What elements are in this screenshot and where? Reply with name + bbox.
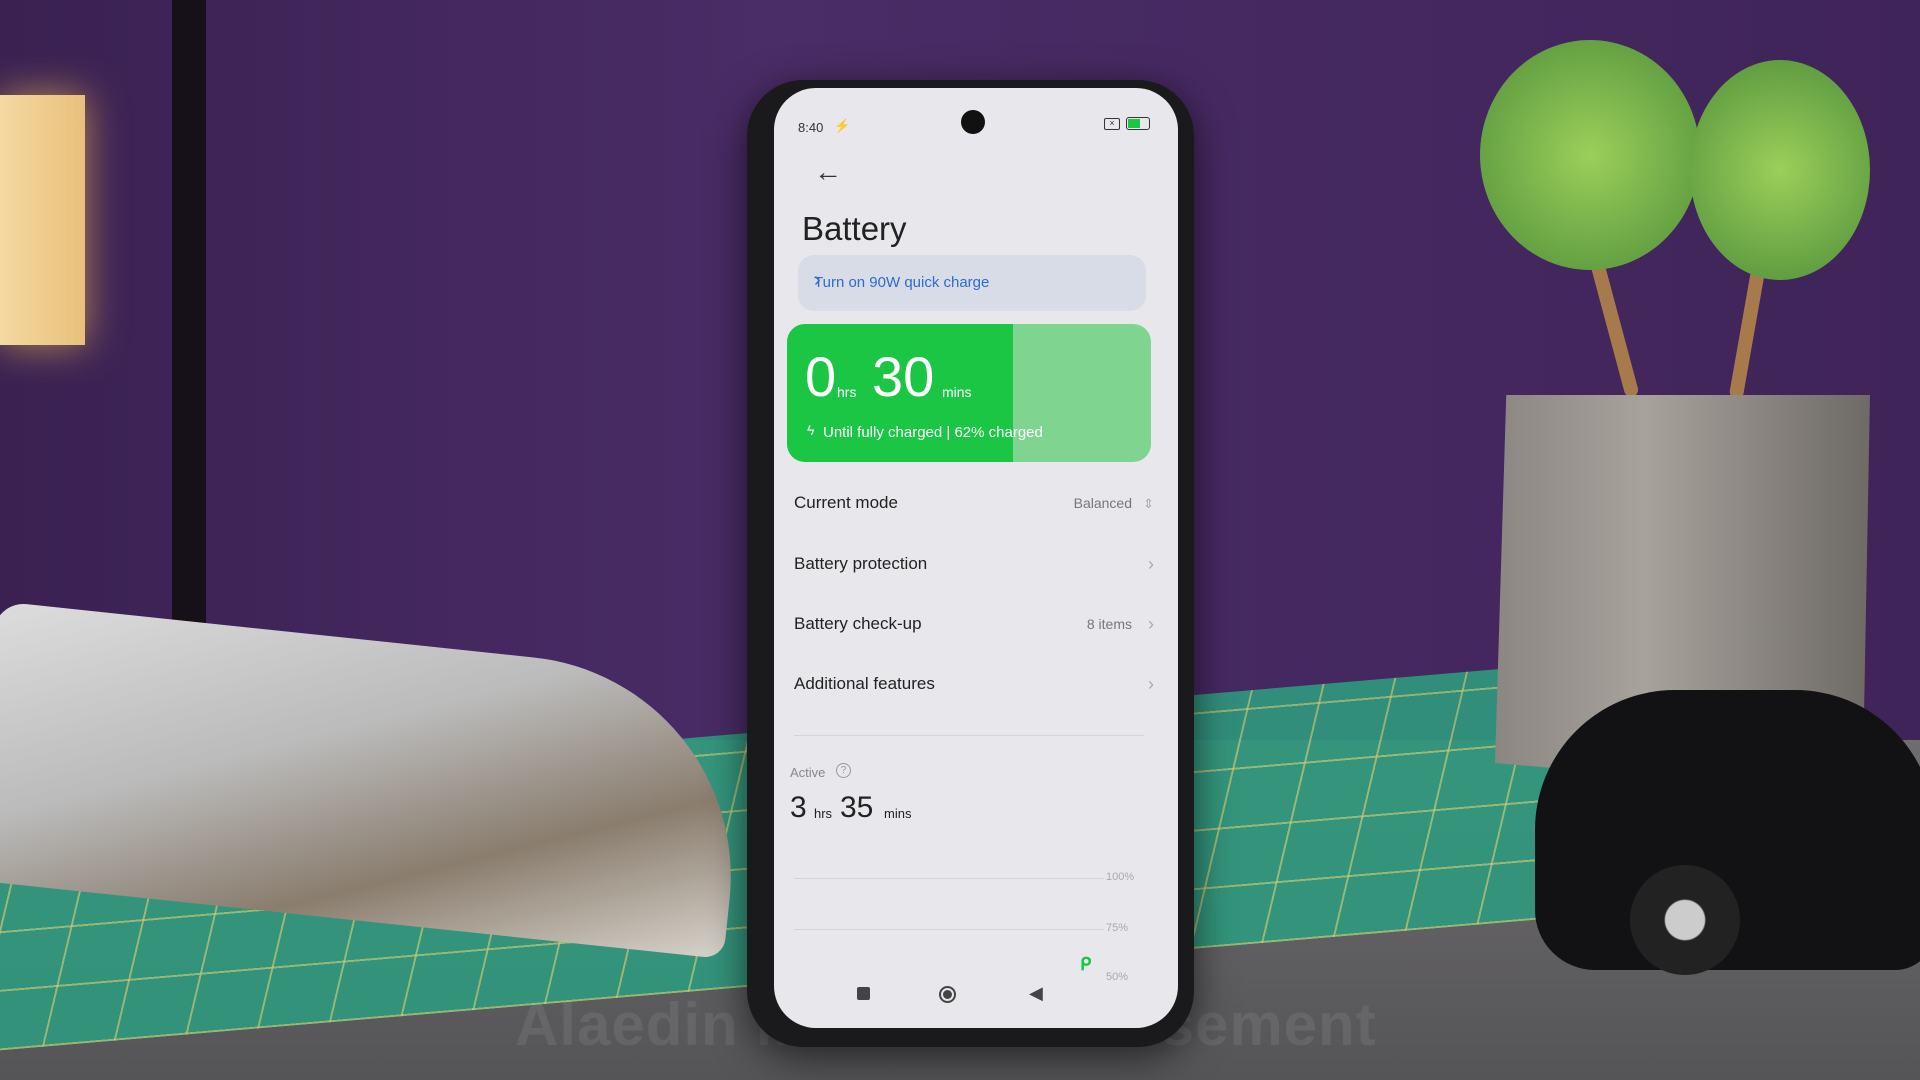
lamp-pole [172, 0, 206, 660]
chevron-right-icon: › [1148, 674, 1154, 694]
active-minutes-unit: mins [884, 806, 912, 821]
row-value: Balanced [1073, 495, 1132, 511]
minutes-unit: mins [942, 384, 972, 400]
row-label: Additional features [794, 674, 935, 693]
succulent [1480, 40, 1700, 270]
recent-apps-button[interactable] [857, 987, 870, 1000]
charge-status-card: 0 hrs 30 mins ϟ Until fully charged | 62… [787, 324, 1151, 462]
row-label: Current mode [794, 493, 898, 512]
row-current-mode[interactable]: Current mode Balanced ⇕ [794, 493, 1158, 513]
status-time: 8:40 [798, 120, 824, 135]
back-arrow-icon[interactable]: ← [814, 156, 842, 188]
phone-screen: 8:40 ⚡ × ← Battery Turn on 90W quick cha… [774, 88, 1178, 1028]
bolt-icon: ϟ [807, 422, 815, 438]
quick-charge-banner[interactable]: Turn on 90W quick charge › [798, 255, 1146, 311]
row-value: 8 items [1086, 616, 1132, 632]
chart-level-label: 75% [1106, 922, 1129, 934]
chart-gridline [794, 878, 1104, 879]
active-hours: 3 [790, 791, 807, 824]
lamp [0, 95, 85, 345]
no-sim-icon: × [1104, 118, 1120, 130]
chart-level-label: 50% [1106, 971, 1129, 983]
row-label: Battery check-up [794, 614, 922, 633]
row-battery-check-up[interactable]: Battery check-up 8 items › [794, 614, 1158, 634]
succulent [1690, 60, 1870, 280]
hours-value: 0 [805, 345, 837, 408]
car-wheel [1630, 865, 1740, 975]
front-camera [961, 110, 985, 134]
row-label: Battery protection [794, 554, 928, 573]
active-minutes: 35 [840, 791, 874, 824]
divider [794, 735, 1144, 736]
page-title: Battery [802, 210, 907, 247]
help-icon[interactable]: ? [836, 763, 851, 778]
toy-car [1535, 690, 1920, 975]
chevron-right-icon: › [1148, 554, 1154, 574]
active-label: Active [790, 765, 826, 780]
battery-icon [1126, 117, 1150, 130]
up-down-icon: ⇕ [1143, 496, 1154, 511]
home-button[interactable] [939, 986, 956, 1003]
active-hours-unit: hrs [814, 806, 833, 821]
row-battery-protection[interactable]: Battery protection › [794, 554, 1158, 574]
chevron-right-icon: › [1148, 614, 1154, 634]
chart-gridline [794, 929, 1104, 930]
hours-unit: hrs [837, 384, 857, 400]
charging-icon: ⚡ [834, 118, 851, 133]
chevron-right-icon: › [814, 269, 821, 291]
chart-level-label: 100% [1106, 871, 1135, 883]
charging-marker-icon: ᑭ [1080, 954, 1092, 974]
minutes-value: 30 [872, 345, 935, 408]
charge-subtitle: Until fully charged | 62% charged [823, 424, 1043, 441]
row-additional-features[interactable]: Additional features › [794, 674, 1158, 694]
back-button[interactable]: ◀ [1029, 983, 1043, 1004]
